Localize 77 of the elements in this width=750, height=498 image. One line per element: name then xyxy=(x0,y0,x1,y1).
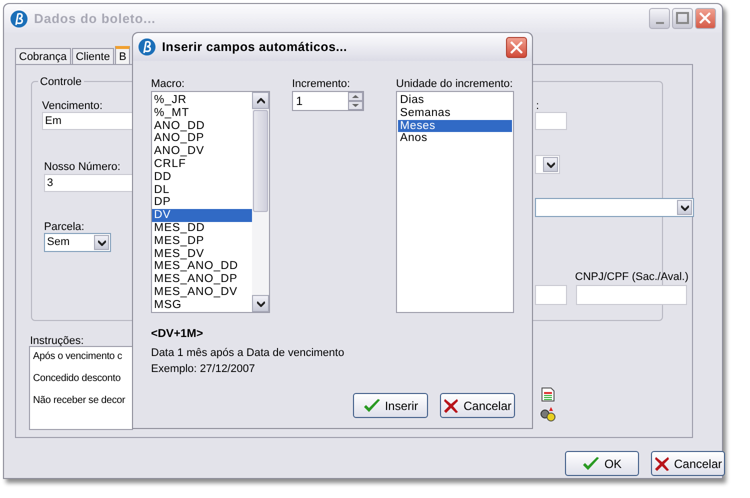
macro-code: <DV+1M> xyxy=(151,327,204,342)
list-item[interactable]: MES_DV xyxy=(152,248,252,260)
list-item[interactable]: MES_ANO_DV xyxy=(152,286,252,299)
input-field[interactable] xyxy=(535,285,567,305)
example-text: Exemplo: 27/12/2007 xyxy=(151,362,255,377)
list-item[interactable]: MES_DP xyxy=(152,234,252,248)
field-label: Macro: xyxy=(151,77,185,92)
list-item[interactable]: Meses xyxy=(398,120,512,132)
list-item[interactable]: Semanas xyxy=(398,106,512,120)
chevron-up-icon xyxy=(256,98,264,104)
cross-icon xyxy=(654,456,670,472)
list-item[interactable]: MSG xyxy=(152,298,252,312)
list-item[interactable]: %_JR xyxy=(152,94,252,107)
list-item[interactable]: DV xyxy=(152,209,252,222)
dropdown[interactable] xyxy=(535,155,560,174)
input-field[interactable] xyxy=(576,285,687,305)
dialog-title: Inserir campos automáticos... xyxy=(162,38,348,56)
minimize-button[interactable] xyxy=(649,8,670,29)
close-button[interactable] xyxy=(695,8,716,29)
window-title: Dados do boleto... xyxy=(34,10,156,28)
list-item[interactable]: ANO_DV xyxy=(152,145,252,158)
list-item[interactable]: MES_ANO_DD xyxy=(152,260,252,274)
description-text: Data 1 mês após a Data de vencimento xyxy=(151,346,344,361)
field-label: : xyxy=(536,99,540,114)
field-label: Vencimento: xyxy=(42,99,103,114)
list-item[interactable]: MES_DD xyxy=(152,222,252,235)
chevron-down-icon xyxy=(546,162,554,168)
list-item[interactable]: %_MT xyxy=(152,106,252,120)
unit-list[interactable]: Dias Semanas Meses Anos xyxy=(396,91,514,313)
spin-buttons-icon[interactable] xyxy=(348,92,363,110)
spreadsheet-icon[interactable] xyxy=(541,387,555,402)
list-item[interactable]: MES_ANO_DP xyxy=(152,273,252,286)
cancel-button[interactable]: Cancelar xyxy=(651,451,725,476)
dropdown-button[interactable] xyxy=(94,235,109,250)
scrollbar[interactable] xyxy=(252,92,269,312)
list-item[interactable]: DD xyxy=(152,170,252,184)
cancel-button[interactable]: Cancelar xyxy=(440,393,515,418)
list-item[interactable]: DL xyxy=(152,184,252,196)
field-label: Parcela: xyxy=(44,220,84,235)
maximize-button[interactable] xyxy=(672,8,693,29)
logo-icon xyxy=(10,10,28,28)
logo-icon xyxy=(138,38,156,56)
text-line: Concedido desconto xyxy=(33,372,121,385)
list-item[interactable]: ANO_DP xyxy=(152,132,252,146)
chevron-down-icon xyxy=(680,204,688,210)
list-item[interactable]: Dias xyxy=(398,94,512,107)
dropdown-button[interactable] xyxy=(543,157,558,172)
ok-button[interactable]: Inserir xyxy=(353,393,428,418)
chevron-down-icon xyxy=(98,240,106,246)
list-item[interactable]: DP xyxy=(152,196,252,210)
ok-button[interactable]: OK xyxy=(565,451,639,476)
tab[interactable]: B xyxy=(114,46,130,66)
close-button[interactable] xyxy=(506,36,527,58)
dropdown-button[interactable] xyxy=(677,200,692,215)
minimize-icon xyxy=(656,22,664,24)
checkmark-icon xyxy=(362,398,381,414)
list-item[interactable]: CRLF xyxy=(152,158,252,171)
scroll-up-button[interactable] xyxy=(252,92,269,109)
text-line: Após o vencimento c xyxy=(33,350,122,363)
macro-list[interactable]: %_JR %_MT ANO_DD ANO_DP ANO_DV CRLF DD DL DP DV MES_DD MES_DP MES_DV MES_ANO_DD MES_ANO_DP MES_ANO_DV MSG xyxy=(151,91,270,313)
field-label: Unidade do incremento: xyxy=(396,77,513,92)
field-label: Nosso Número: xyxy=(44,160,120,175)
text-line: Não receber se decor xyxy=(33,394,126,407)
checkmark-icon xyxy=(582,456,600,472)
input-field[interactable] xyxy=(535,112,567,130)
chevron-down-icon xyxy=(256,300,264,306)
list-item[interactable]: Anos xyxy=(398,132,512,146)
spin-field[interactable]: 1 xyxy=(292,91,364,111)
scroll-thumb[interactable] xyxy=(253,110,268,212)
cross-icon xyxy=(443,398,460,414)
field-label: Incremento: xyxy=(292,77,350,92)
field-label: Instruções: xyxy=(30,334,84,349)
field-label: CNPJ/CPF (Sac./Aval.) xyxy=(575,270,688,285)
scroll-down-button[interactable] xyxy=(252,295,269,312)
dropdown[interactable]: Sem xyxy=(44,233,111,252)
text-area[interactable]: Após o vencimento c Concedido desconto Não receber se decor xyxy=(29,346,133,430)
list-item[interactable]: ANO_DD xyxy=(152,120,252,132)
